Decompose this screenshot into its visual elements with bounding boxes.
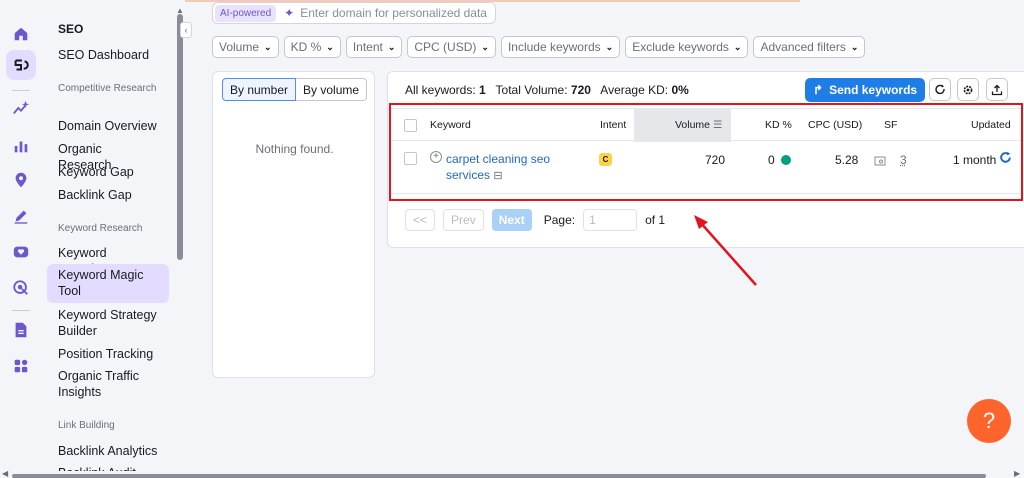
filter-intent[interactable]: Intent ⌄ (345, 36, 403, 58)
scroll-right-icon[interactable]: ▶ (1014, 469, 1020, 478)
sidebar-item-domain-overview[interactable]: Domain Overview (47, 118, 169, 134)
annotation-arrow (694, 215, 757, 286)
filter-include-keywords[interactable]: Include keywords ⌄ (500, 36, 621, 58)
help-button[interactable]: ? (967, 399, 1011, 443)
sidebar-item-backlink-analytics[interactable]: Backlink Analytics (47, 443, 169, 459)
location-icon[interactable] (11, 170, 31, 190)
by-number-tab[interactable]: By number (222, 78, 297, 101)
filter-label: Advanced filters (760, 40, 846, 54)
first-page-button[interactable]: << (405, 209, 436, 231)
export-button[interactable] (986, 78, 1008, 101)
collapse-sidebar-icon[interactable]: ‹ (180, 22, 192, 38)
scroll-up-icon[interactable]: ▲ (176, 6, 184, 15)
horizontal-scrollbar-thumb[interactable] (12, 474, 986, 478)
sidebar-item-keyword-gap[interactable]: Keyword Gap (47, 164, 169, 180)
page-label: Page: (543, 213, 576, 227)
filter-advanced[interactable]: Advanced filters ⌄ (753, 36, 866, 58)
document-icon[interactable] (11, 320, 31, 340)
sidebar-section-competitive-research: Competitive Research (58, 83, 157, 94)
chevron-down-icon: ⌄ (850, 41, 859, 52)
chart-icon[interactable] (11, 136, 31, 156)
filter-label: KD % (290, 40, 322, 54)
annotation-highlight-box (389, 103, 1023, 201)
chevron-down-icon: ⌄ (605, 41, 614, 52)
average-kd-value: 0% (671, 83, 689, 97)
filter-label: Intent (352, 40, 383, 54)
sidebar-item-backlink-gap[interactable]: Backlink Gap (47, 187, 169, 203)
sidebar-section-keyword-research: Keyword Research (58, 223, 143, 234)
sidebar-title: SEO (58, 22, 84, 36)
filter-label: CPC (USD) (414, 40, 477, 54)
icon-rail (0, 0, 42, 478)
apps-icon[interactable] (11, 356, 31, 376)
rail-divider (12, 90, 30, 91)
upload-icon (991, 84, 1003, 95)
gear-icon (963, 85, 973, 94)
settings-button[interactable] (957, 78, 979, 101)
page-total: of 1 (645, 213, 666, 227)
ai-domain-placeholder: Enter domain for personalized data (300, 6, 487, 20)
main-content: AI-powered ✦ Enter domain for personaliz… (200, 0, 1024, 478)
page-number-input[interactable]: 1 (583, 209, 638, 231)
sidebar-item-keyword-magic-tool[interactable]: Keyword Magic Tool (47, 264, 169, 303)
next-page-button[interactable]: Next (491, 209, 532, 231)
heart-icon[interactable] (11, 242, 31, 262)
keyword-summary: All keywords: 1 Total Volume: 720 Averag… (405, 83, 689, 97)
share-arrow-icon: ↱ (813, 83, 824, 97)
pen-icon[interactable] (11, 206, 31, 226)
filter-label: Exclude keywords (632, 40, 729, 54)
chevron-down-icon: ⌄ (326, 41, 334, 52)
filter-label: Volume (219, 40, 260, 54)
filter-label: Include keywords (507, 40, 601, 54)
sparkle-icon: ✦ (284, 6, 295, 20)
all-keywords-label: All keywords: (405, 83, 476, 97)
empty-groups-message: Nothing found. (255, 142, 334, 156)
filter-bar: Volume ⌄ KD % ⌄ Intent ⌄ CPC (USD) ⌄ Include… (212, 36, 866, 58)
sidebar-section-link-building: Link Building (58, 420, 115, 431)
total-volume-label: Total Volume: (495, 83, 568, 97)
sidebar-item-keyword-strategy-builder[interactable]: Keyword Strategy Builder (47, 307, 169, 339)
home-icon[interactable] (11, 24, 31, 44)
pagination: << Prev Next Page: 1 of 1 (405, 209, 665, 231)
seo-icon[interactable] (6, 50, 36, 80)
all-keywords-value: 1 (479, 83, 486, 97)
rail-divider (12, 310, 30, 311)
sidebar: SEO SEO Dashboard Competitive Research D… (42, 0, 175, 478)
sidebar-scrollbar-thumb[interactable] (177, 14, 183, 260)
chevron-down-icon: ⌄ (264, 41, 272, 52)
total-volume-value: 720 (570, 83, 591, 97)
target-icon[interactable] (11, 278, 31, 298)
filter-cpc[interactable]: CPC (USD) ⌄ (407, 36, 496, 58)
ai-icon[interactable] (11, 98, 31, 118)
sidebar-item-seo-dashboard[interactable]: SEO Dashboard (47, 47, 169, 63)
groups-panel: By number By volume Nothing found. (212, 71, 375, 378)
average-kd-label: Average KD: (600, 83, 669, 97)
ai-powered-badge: AI-powered (215, 4, 277, 22)
chevron-down-icon: ⌄ (387, 41, 396, 52)
filter-exclude-keywords[interactable]: Exclude keywords ⌄ (625, 36, 749, 58)
sidebar-item-organic-traffic-insights[interactable]: Organic Traffic Insights (47, 368, 169, 400)
filter-kd[interactable]: KD % ⌄ (283, 36, 341, 58)
prev-page-button[interactable]: Prev (443, 209, 484, 231)
refresh-button[interactable] (929, 78, 951, 101)
chevron-down-icon: ⌄ (481, 41, 489, 52)
group-sort-toggle: By number By volume (222, 78, 368, 101)
scroll-left-icon[interactable]: ◀ (2, 469, 8, 478)
send-keywords-label: Send keywords (829, 83, 918, 97)
filter-volume[interactable]: Volume ⌄ (212, 36, 279, 58)
refresh-icon (935, 84, 945, 94)
by-volume-tab[interactable]: By volume (296, 78, 368, 101)
ai-domain-input[interactable]: AI-powered ✦ Enter domain for personaliz… (212, 2, 496, 24)
sidebar-item-position-tracking[interactable]: Position Tracking (47, 346, 169, 362)
send-keywords-button[interactable]: ↱ Send keywords (805, 78, 926, 102)
chevron-down-icon: ⌄ (733, 41, 742, 52)
